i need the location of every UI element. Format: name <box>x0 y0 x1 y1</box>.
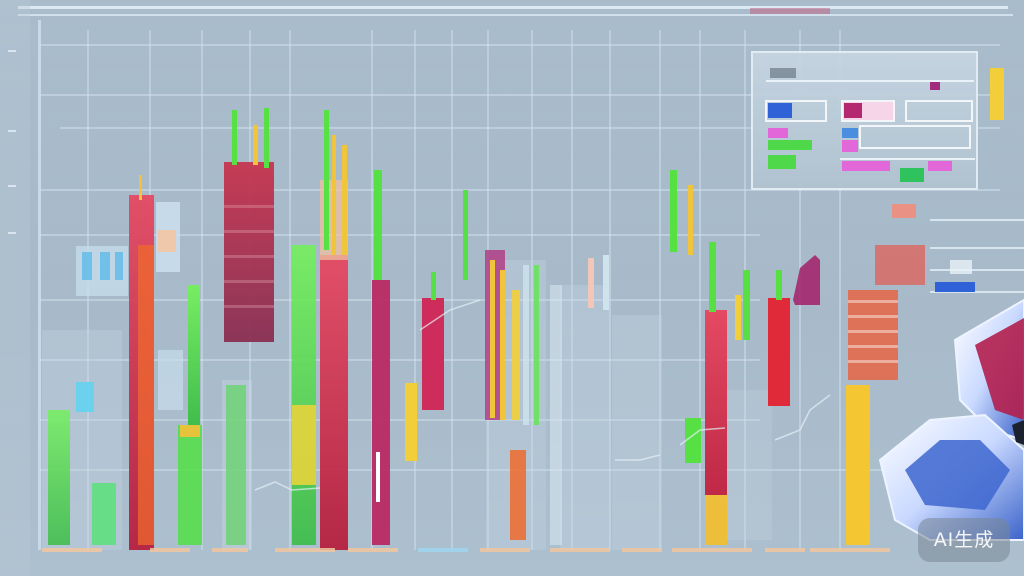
blue-marker <box>935 282 975 292</box>
ai-generated-candlestick-chart-image: AI生成 <box>0 0 1024 576</box>
candle <box>178 425 202 545</box>
candle <box>846 385 870 545</box>
candle <box>405 383 417 461</box>
candle <box>188 285 200 425</box>
candle <box>768 298 790 406</box>
candle <box>92 483 116 545</box>
ai-generated-watermark: AI生成 <box>918 518 1010 562</box>
candle <box>48 410 70 545</box>
candle <box>224 162 274 342</box>
candle <box>372 280 390 545</box>
candle <box>292 245 316 545</box>
candle <box>422 298 444 410</box>
candle <box>226 385 246 545</box>
candle <box>320 255 348 550</box>
abstract-chart-artwork <box>0 0 1024 576</box>
